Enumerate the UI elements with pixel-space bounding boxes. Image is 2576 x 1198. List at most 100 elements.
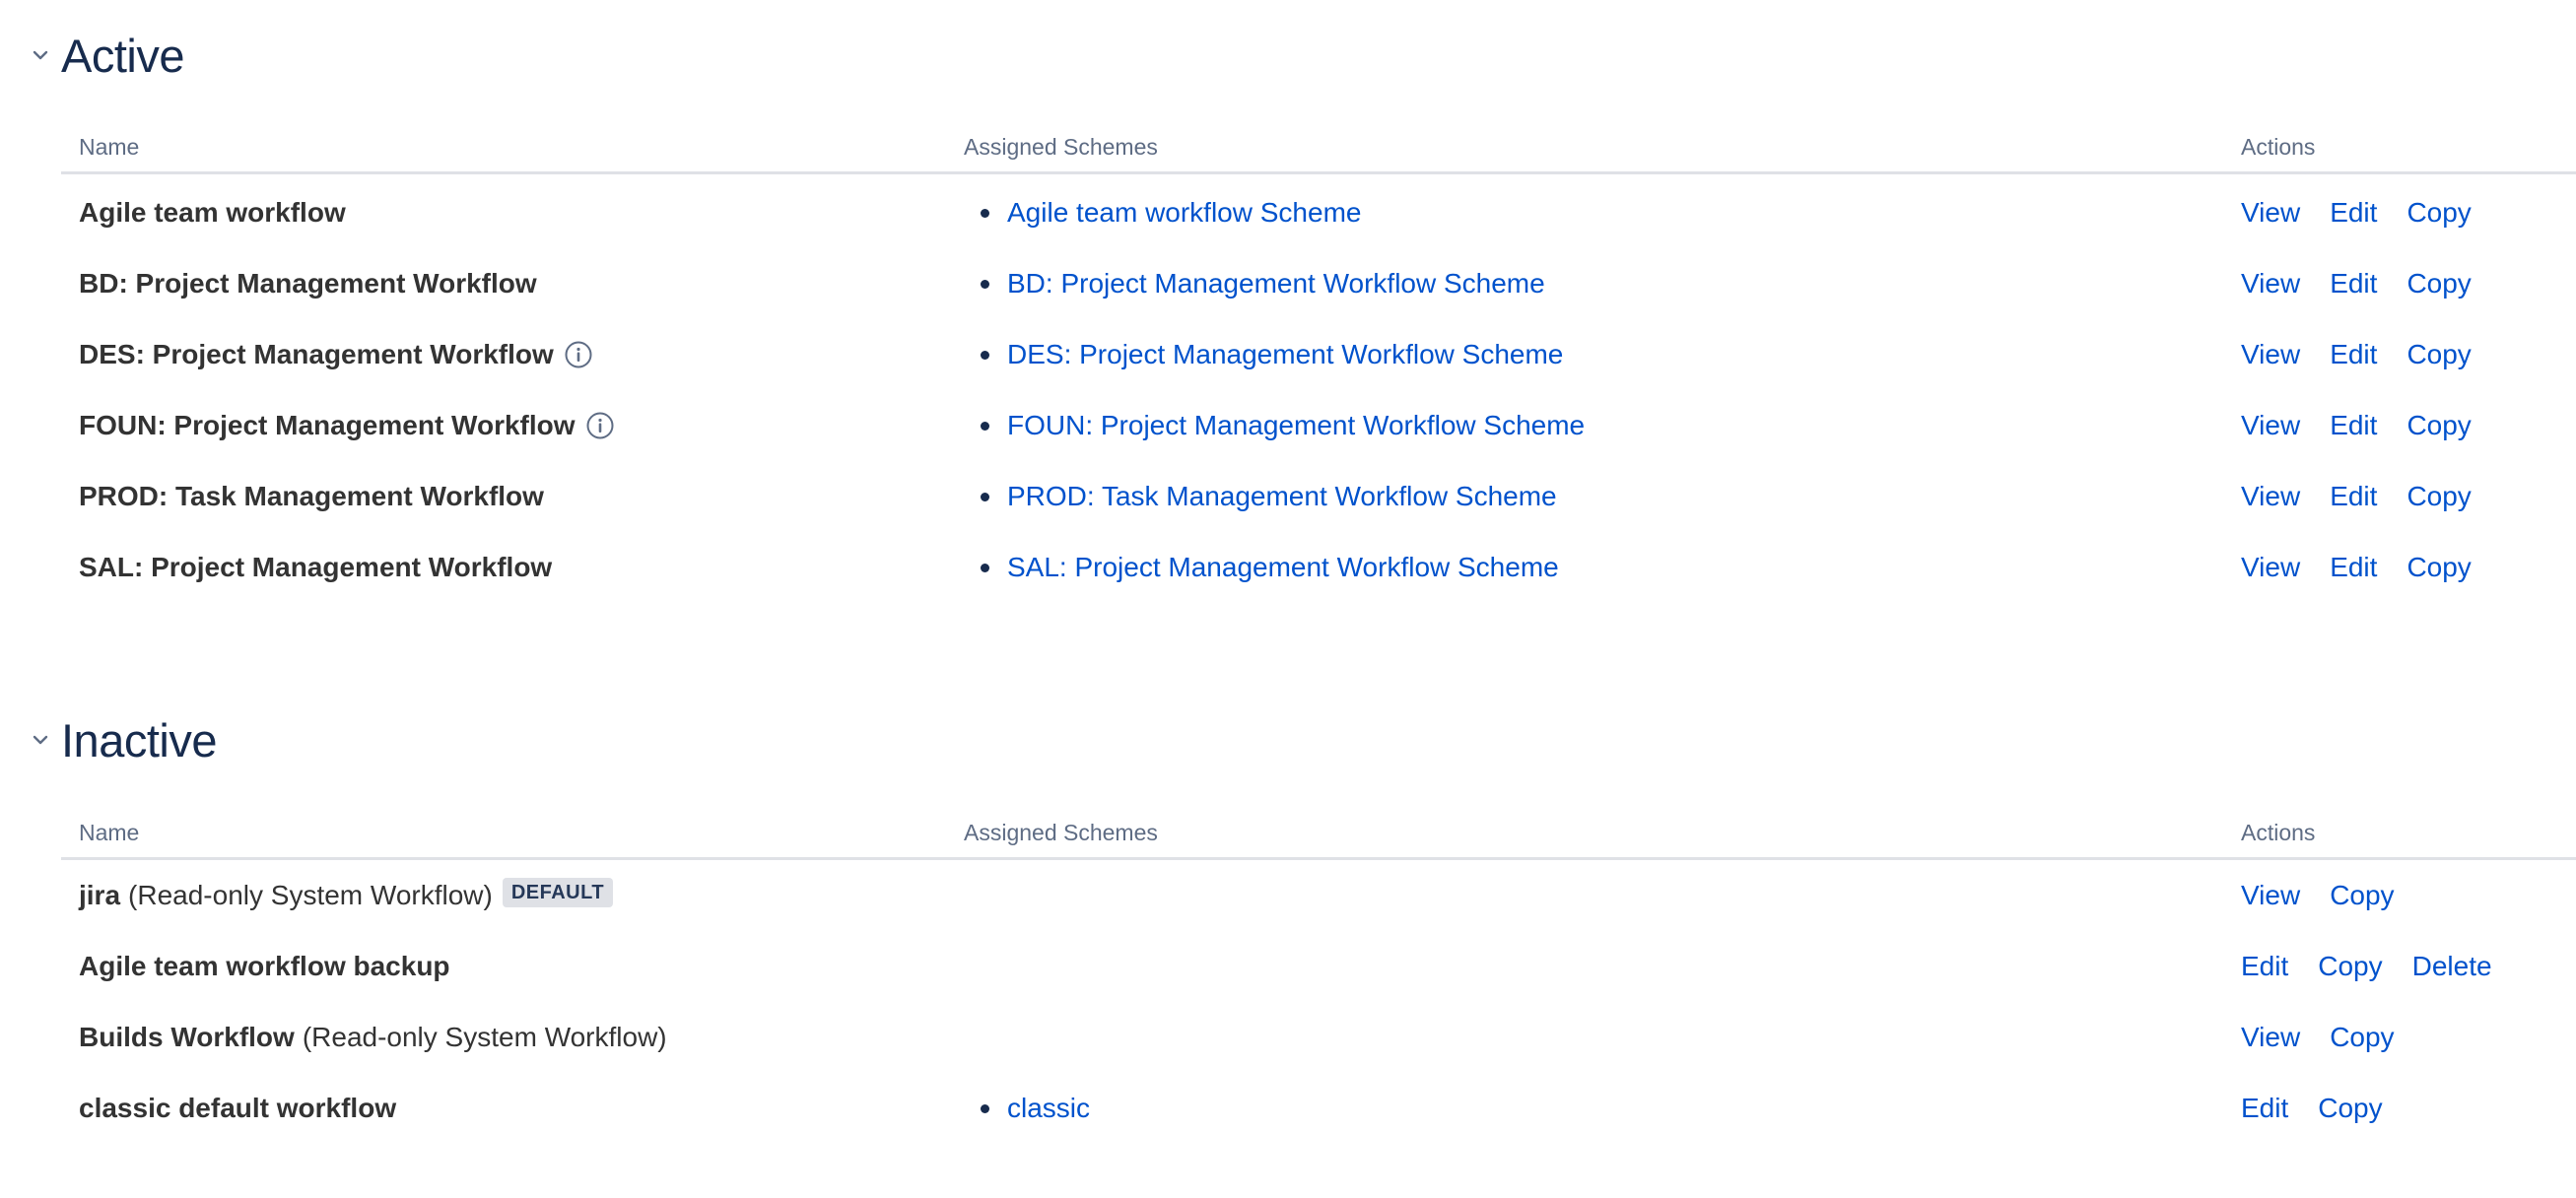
assigned-schemes-cell: FOUN: Project Management Workflow Scheme <box>963 390 1585 461</box>
workflow-name-cell: BD: Project Management Workflow <box>79 248 537 319</box>
edit-workflow-link[interactable]: Edit <box>2241 951 2288 982</box>
scheme-list-item: PROD: Task Management Workflow Scheme <box>963 481 1557 512</box>
table-row: SAL: Project Management Workflow SAL: Pro… <box>61 532 2576 603</box>
actions-cell: View Edit Copy <box>2241 461 2501 532</box>
table-header: Name Assigned Schemes Actions <box>61 122 2576 174</box>
workflow-name-cell: classic default workflow <box>79 1073 396 1144</box>
actions-cell: View Edit Copy <box>2241 177 2501 248</box>
scheme-link[interactable]: DES: Project Management Workflow Scheme <box>1007 339 1563 370</box>
workflow-name: jira <box>79 880 121 910</box>
workflow-name-cell: DES: Project Management Workflow <box>79 319 593 390</box>
section-title: Inactive <box>61 713 217 766</box>
view-workflow-link[interactable]: View <box>2241 481 2300 512</box>
column-header-actions: Actions <box>2241 134 2316 160</box>
bullet-icon <box>981 350 989 360</box>
assigned-schemes-cell: classic <box>963 1073 1090 1144</box>
scheme-link[interactable]: Agile team workflow Scheme <box>1007 197 1361 229</box>
scheme-link[interactable]: classic <box>1007 1093 1090 1124</box>
actions-cell: View Copy <box>2241 1002 2424 1073</box>
scheme-list-item: SAL: Project Management Workflow Scheme <box>963 552 1559 583</box>
table-row: BD: Project Management Workflow BD: Proje… <box>61 248 2576 319</box>
workflow-name-cell: PROD: Task Management Workflow <box>79 461 544 532</box>
bullet-icon <box>981 563 989 572</box>
column-header-schemes: Assigned Schemes <box>964 134 1158 160</box>
column-header-schemes: Assigned Schemes <box>964 820 1158 845</box>
actions-cell: View Edit Copy <box>2241 390 2501 461</box>
info-icon[interactable] <box>564 340 593 369</box>
column-header-name: Name <box>79 134 140 160</box>
workflow-name-cell: jira (Read-only System Workflow) DEFAULT <box>79 860 614 931</box>
bullet-icon <box>981 421 989 431</box>
copy-workflow-link[interactable]: Copy <box>2407 410 2471 441</box>
scheme-link[interactable]: SAL: Project Management Workflow Scheme <box>1007 552 1559 583</box>
active-table-body: Agile team workflow Agile team workflow S… <box>61 174 2576 603</box>
edit-workflow-link[interactable]: Edit <box>2330 339 2377 370</box>
workflow-name-cell: SAL: Project Management Workflow <box>79 532 552 603</box>
actions-cell: Edit Copy Delete <box>2241 931 2522 1002</box>
table-row: Agile team workflow Agile team workflow S… <box>61 177 2576 248</box>
column-header-name: Name <box>79 820 140 845</box>
table-row: Agile team workflow backup Edit Copy Delete <box>61 931 2576 1002</box>
inactive-section-header[interactable]: Inactive <box>30 710 217 769</box>
inactive-workflows-table: Name Assigned Schemes Actions jira (Read-… <box>61 808 2576 1144</box>
scheme-list-item: DES: Project Management Workflow Scheme <box>963 339 1563 370</box>
inactive-table-body: jira (Read-only System Workflow) DEFAULT Vi… <box>61 860 2576 1144</box>
column-header-actions: Actions <box>2241 820 2316 845</box>
copy-workflow-link[interactable]: Copy <box>2330 1022 2394 1053</box>
delete-workflow-link[interactable]: Delete <box>2412 951 2492 982</box>
edit-workflow-link[interactable]: Edit <box>2330 268 2377 300</box>
table-header: Name Assigned Schemes Actions <box>61 808 2576 860</box>
workflow-name-cell: Agile team workflow backup <box>79 931 450 1002</box>
copy-workflow-link[interactable]: Copy <box>2330 880 2394 911</box>
section-title: Active <box>61 29 185 82</box>
edit-workflow-link[interactable]: Edit <box>2330 481 2377 512</box>
table-row: FOUN: Project Management Workflow FOUN: P… <box>61 390 2576 461</box>
chevron-down-icon[interactable] <box>30 729 51 751</box>
workflow-name: BD: Project Management Workflow <box>79 268 537 299</box>
view-workflow-link[interactable]: View <box>2241 197 2300 229</box>
view-workflow-link[interactable]: View <box>2241 410 2300 441</box>
table-row: classic default workflow classic Edit Copy <box>61 1073 2576 1144</box>
edit-workflow-link[interactable]: Edit <box>2330 197 2377 229</box>
view-workflow-link[interactable]: View <box>2241 268 2300 300</box>
table-row: DES: Project Management Workflow DES: Pro… <box>61 319 2576 390</box>
info-icon[interactable] <box>585 411 615 440</box>
chevron-down-icon[interactable] <box>30 44 51 66</box>
edit-workflow-link[interactable]: Edit <box>2241 1093 2288 1124</box>
copy-workflow-link[interactable]: Copy <box>2318 1093 2382 1124</box>
view-workflow-link[interactable]: View <box>2241 552 2300 583</box>
assigned-schemes-cell: DES: Project Management Workflow Scheme <box>963 319 1563 390</box>
assigned-schemes-cell: Agile team workflow Scheme <box>963 177 1361 248</box>
copy-workflow-link[interactable]: Copy <box>2407 481 2471 512</box>
table-row: jira (Read-only System Workflow) DEFAULT Vi… <box>61 860 2576 931</box>
workflow-name: Builds Workflow <box>79 1022 295 1052</box>
copy-workflow-link[interactable]: Copy <box>2407 197 2471 229</box>
actions-cell: View Edit Copy <box>2241 532 2501 603</box>
view-workflow-link[interactable]: View <box>2241 1022 2300 1053</box>
bullet-icon <box>981 279 989 289</box>
bullet-icon <box>981 208 989 218</box>
scheme-list-item: Agile team workflow Scheme <box>963 197 1361 229</box>
workflow-name: DES: Project Management Workflow <box>79 339 554 369</box>
edit-workflow-link[interactable]: Edit <box>2330 410 2377 441</box>
copy-workflow-link[interactable]: Copy <box>2318 951 2382 982</box>
scheme-link[interactable]: BD: Project Management Workflow Scheme <box>1007 268 1545 300</box>
view-workflow-link[interactable]: View <box>2241 880 2300 911</box>
bullet-icon <box>981 1103 989 1113</box>
scheme-link[interactable]: FOUN: Project Management Workflow Scheme <box>1007 410 1585 441</box>
scheme-list-item: FOUN: Project Management Workflow Scheme <box>963 410 1585 441</box>
view-workflow-link[interactable]: View <box>2241 339 2300 370</box>
copy-workflow-link[interactable]: Copy <box>2407 552 2471 583</box>
active-section-header[interactable]: Active <box>30 26 185 85</box>
workflow-name: PROD: Task Management Workflow <box>79 481 544 511</box>
workflow-name: classic default workflow <box>79 1093 397 1123</box>
default-badge: DEFAULT <box>502 878 614 907</box>
copy-workflow-link[interactable]: Copy <box>2407 268 2471 300</box>
actions-cell: View Edit Copy <box>2241 248 2501 319</box>
scheme-link[interactable]: PROD: Task Management Workflow Scheme <box>1007 481 1557 512</box>
actions-cell: View Copy <box>2241 860 2424 931</box>
copy-workflow-link[interactable]: Copy <box>2407 339 2471 370</box>
table-row: PROD: Task Management Workflow PROD: Task… <box>61 461 2576 532</box>
edit-workflow-link[interactable]: Edit <box>2330 552 2377 583</box>
bullet-icon <box>981 492 989 501</box>
